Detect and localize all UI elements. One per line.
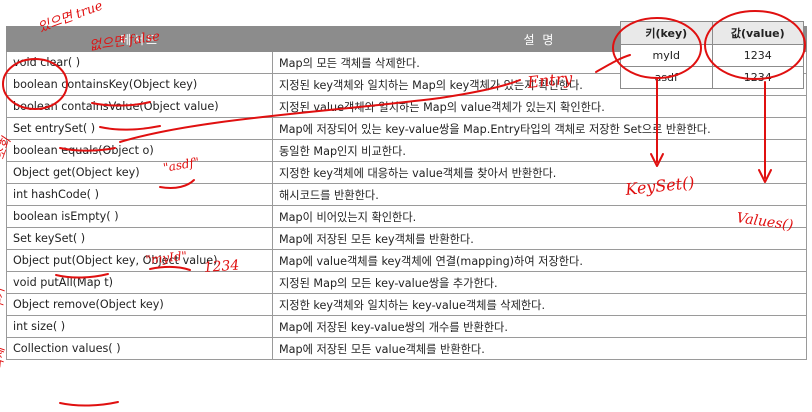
kv-header-row: 키(key) 값(value) — [620, 21, 804, 45]
table-row: int hashCode( ) 해시코드를 반환한다. — [6, 183, 807, 206]
table-row: Collection values( ) Map에 저장된 모든 value객체를… — [6, 337, 807, 360]
method-cell: Set entrySet( ) — [6, 117, 273, 140]
description-cell: Map에 value객체를 key객체에 연결(mapping)하여 저장한다. — [272, 249, 807, 272]
table-row: Object put(Object key, Object value) Map에… — [6, 249, 807, 272]
description-cell: 해시코드를 반환한다. — [272, 183, 807, 206]
method-cell: boolean equals(Object o) — [6, 139, 273, 162]
description-cell: 동일한 Map인지 비교한다. — [272, 139, 807, 162]
method-cell: Collection values( ) — [6, 337, 273, 360]
table-row: void putAll(Map t) 지정된 Map의 모든 key-value쌍… — [6, 271, 807, 294]
method-column-header: 메서드 — [6, 26, 273, 52]
table-row: Object remove(Object key) 지정한 key객체와 일치하는… — [6, 293, 807, 316]
table-row: boolean isEmpty( ) Map이 비어있는지 확인한다. — [6, 205, 807, 228]
method-cell: Set keySet( ) — [6, 227, 273, 250]
table-row: int size( ) Map에 저장된 key-value쌍의 개수를 반환한다… — [6, 315, 807, 338]
description-cell: 지정된 Map의 모든 key-value쌍을 추가한다. — [272, 271, 807, 294]
method-cell: boolean containsKey(Object key) — [6, 73, 273, 96]
description-cell: Map에 저장된 모든 key객체를 반환한다. — [272, 227, 807, 250]
method-cell: Object get(Object key) — [6, 161, 273, 184]
kv-row: myId 1234 — [620, 44, 804, 67]
table-row: Set entrySet( ) Map에 저장되어 있는 key-value쌍을 … — [6, 117, 807, 140]
description-cell: Map에 저장되어 있는 key-value쌍을 Map.Entry타입의 객체… — [272, 117, 807, 140]
kv-value-cell: 1234 — [711, 44, 804, 67]
kv-key-cell: asdf — [620, 66, 713, 89]
description-cell: Map에 저장된 모든 value객체를 반환한다. — [272, 337, 807, 360]
kv-key-cell: myId — [620, 44, 713, 67]
kv-row: asdf 1234 — [620, 66, 804, 89]
description-cell: Map에 저장된 key-value쌍의 개수를 반환한다. — [272, 315, 807, 338]
description-cell: 지정된 value객체와 일치하는 Map의 value객체가 있는지 확인한다… — [272, 95, 807, 118]
value-column-header: 값(value) — [711, 21, 804, 45]
key-value-example-table: 키(key) 값(value) myId 1234 asdf 1234 — [620, 21, 804, 89]
method-cell: Object remove(Object key) — [6, 293, 273, 316]
kv-value-cell: 1234 — [711, 66, 804, 89]
table-row: boolean equals(Object o) 동일한 Map인지 비교한다. — [6, 139, 807, 162]
description-cell: Map이 비어있는지 확인한다. — [272, 205, 807, 228]
method-cell: Object put(Object key, Object value) — [6, 249, 273, 272]
table-row: Object get(Object key) 지정한 key객체에 대응하는 va… — [6, 161, 807, 184]
method-cell: void clear( ) — [6, 51, 273, 74]
method-cell: void putAll(Map t) — [6, 271, 273, 294]
method-cell: int size( ) — [6, 315, 273, 338]
method-cell: int hashCode( ) — [6, 183, 273, 206]
top-strip — [0, 0, 812, 8]
underline-values — [59, 401, 119, 407]
table-row: boolean containsValue(Object value) 지정된 v… — [6, 95, 807, 118]
key-column-header: 키(key) — [620, 21, 713, 45]
description-cell: 지정한 key객체에 대응하는 value객체를 찾아서 반환한다. — [272, 161, 807, 184]
method-cell: boolean containsValue(Object value) — [6, 95, 273, 118]
method-cell: boolean isEmpty( ) — [6, 205, 273, 228]
description-cell: 지정한 key객체와 일치하는 key-value객체를 삭제한다. — [272, 293, 807, 316]
table-row: Set keySet( ) Map에 저장된 모든 key객체를 반환한다. — [6, 227, 807, 250]
